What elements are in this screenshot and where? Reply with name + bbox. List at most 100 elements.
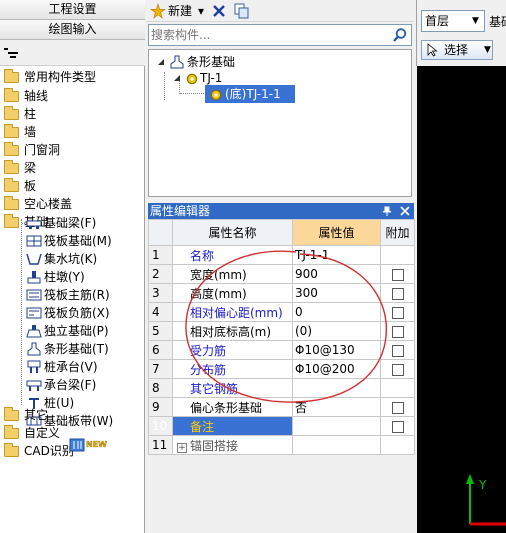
- search-icon[interactable]: [392, 27, 408, 43]
- foundation-beam-icon: [26, 220, 42, 229]
- strip-footing-icon: [27, 342, 41, 356]
- tree-item-label: 其它: [24, 408, 49, 422]
- tree-item-label: 柱墩(Y): [44, 270, 85, 284]
- header-additional: 附加: [380, 219, 415, 246]
- row-number: 6: [148, 340, 173, 360]
- tree-item-label: 空心楼盖: [24, 197, 73, 211]
- floor-select[interactable]: 首层 ▼: [421, 10, 485, 32]
- header-corner: [148, 219, 173, 246]
- drawing-input-button[interactable]: 绘图输入: [0, 20, 145, 40]
- collapse-tree-icon[interactable]: [4, 48, 18, 58]
- tree-item-label: 板: [24, 179, 37, 193]
- search-input[interactable]: [151, 27, 383, 43]
- tree-item-label: 自定义: [24, 426, 61, 440]
- tree-item-label: 轴线: [24, 89, 49, 103]
- column-pier-icon: [27, 271, 41, 284]
- floor-component-label[interactable]: 基础: [489, 13, 506, 30]
- component-toolbar: 新建 ▾: [146, 0, 414, 22]
- tree-item-label: 筏板基础(M): [44, 234, 112, 248]
- tree-node-tj1-1-selected[interactable]: (底)TJ-1-1: [205, 85, 295, 103]
- axis-y-label: Y: [479, 478, 487, 492]
- property-value[interactable]: [292, 416, 381, 436]
- tree-item-label: 梁: [24, 161, 37, 175]
- folder-icon: [4, 160, 19, 174]
- tree-item-label: 墙: [24, 125, 37, 139]
- row-number: 4: [148, 302, 173, 322]
- additional-cell: [380, 435, 415, 455]
- chevron-down-icon: ▼: [472, 16, 479, 26]
- chevron-down-icon[interactable]: ▼: [484, 41, 491, 59]
- tree-item-label: 门窗洞: [24, 143, 61, 157]
- tree-item-label: 集水坑(K): [44, 252, 98, 266]
- raft-negative-rebar-icon: [26, 307, 42, 319]
- tree-item-label: 筏板主筋(R): [44, 288, 110, 302]
- search-box: [148, 24, 412, 46]
- tree-item-label: 基础梁(F): [44, 216, 97, 230]
- property-row[interactable]: 11 + 锚固搭接: [148, 435, 415, 455]
- tree-item-label: CAD识别: [24, 444, 74, 458]
- gear-icon: [186, 73, 198, 85]
- component-type-panel: 工程设置 绘图输入 常用构件类型 轴线 柱 墙 门窗洞 梁 板 空心楼盖 基础 …: [0, 0, 145, 533]
- raft-foundation-icon: [26, 235, 42, 247]
- folder-icon: [4, 124, 19, 138]
- delete-icon[interactable]: [212, 4, 226, 18]
- row-number: 1: [148, 245, 173, 265]
- header-property-value: 属性值: [292, 219, 381, 246]
- property-editor-title: 属性编辑器: [148, 203, 414, 219]
- tree-item-label: 常用构件类型: [24, 70, 97, 84]
- pin-icon[interactable]: [382, 206, 392, 216]
- header-property-name: 属性名称: [172, 219, 293, 246]
- property-row-selected[interactable]: 10 备注: [148, 416, 415, 436]
- folder-icon: [4, 69, 19, 83]
- copy-icon[interactable]: [234, 3, 250, 19]
- row-number: 5: [148, 321, 173, 341]
- row-number: 10: [148, 416, 173, 436]
- component-tree: 条形基础 TJ-1 (底)TJ-1-1: [148, 49, 412, 197]
- property-value[interactable]: [292, 435, 381, 455]
- row-number: 7: [148, 359, 173, 379]
- coordinate-axes-icon: [466, 474, 506, 526]
- tree-item-label: 桩承台(V): [44, 360, 98, 374]
- raft-main-rebar-icon: [26, 289, 42, 301]
- property-header-row: 属性名称 属性值 附加: [148, 219, 415, 246]
- drawing-canvas[interactable]: Y: [417, 66, 506, 533]
- row-number: 9: [148, 397, 173, 417]
- folder-icon: [4, 196, 19, 210]
- folder-icon: [4, 425, 19, 439]
- tree-item-label: 桩(U): [44, 396, 75, 410]
- tree-item-label: 柱: [24, 107, 37, 121]
- folder-open-icon: [4, 214, 19, 228]
- expand-icon[interactable]: +: [177, 442, 187, 453]
- collapse-arrow-icon[interactable]: [157, 58, 165, 66]
- property-name: 备注: [172, 416, 293, 436]
- new-button-label: 新建: [168, 4, 193, 18]
- row-number: 3: [148, 283, 173, 303]
- collapse-arrow-icon[interactable]: [173, 74, 181, 82]
- close-icon[interactable]: [400, 206, 410, 216]
- chevron-down-icon[interactable]: ▾: [198, 2, 204, 20]
- tree-item-label: 承台梁(F): [44, 378, 97, 392]
- new-badge-text: NEW: [86, 440, 107, 449]
- project-settings-button[interactable]: 工程设置: [0, 0, 145, 20]
- pile-cap-icon: [27, 360, 41, 373]
- new-star-icon: [150, 3, 166, 19]
- folder-icon: [4, 88, 19, 102]
- folder-icon: [4, 443, 19, 457]
- tree-item-label: 筏板负筋(X): [44, 306, 110, 320]
- annotation-circle: [185, 250, 387, 403]
- sump-pit-icon: [26, 253, 42, 265]
- row-number: 11: [148, 435, 173, 455]
- additional-checkbox[interactable]: [391, 420, 404, 433]
- folder-icon: [4, 106, 19, 120]
- new-badge-icon: NEW: [69, 438, 107, 452]
- row-number: 2: [148, 264, 173, 284]
- folder-icon: [4, 142, 19, 156]
- select-tool-button[interactable]: 选择 ▼: [421, 40, 493, 60]
- folder-icon: [4, 178, 19, 192]
- drawing-toolbar: 首层 ▼ 基础 选择 ▼: [416, 0, 506, 66]
- floor-select-value: 首层: [425, 14, 450, 28]
- property-editor-title-text: 属性编辑器: [150, 204, 211, 218]
- cap-beam-icon: [26, 380, 42, 391]
- row-number: 8: [148, 378, 173, 398]
- tree-item-label: 独立基础(P): [44, 324, 109, 338]
